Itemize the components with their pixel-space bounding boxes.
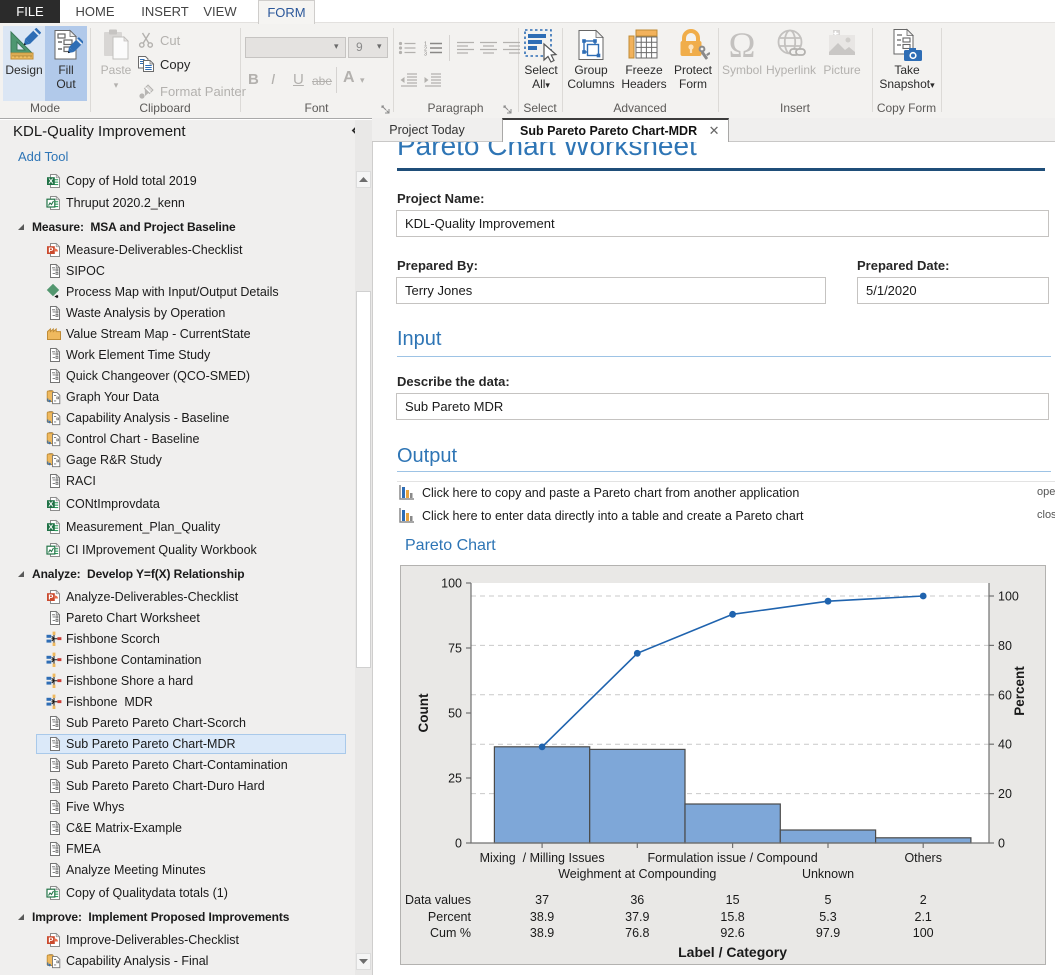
svg-text:38.9: 38.9: [530, 910, 554, 924]
svg-text:Cum %: Cum %: [430, 926, 471, 940]
svg-text:36: 36: [630, 893, 644, 907]
svg-text:3: 3: [424, 52, 427, 57]
svg-text:Others: Others: [904, 851, 942, 865]
svg-text:X: X: [48, 499, 53, 508]
svg-text:Data values: Data values: [405, 893, 471, 907]
svg-text:0: 0: [455, 837, 462, 851]
svg-text:97.9: 97.9: [816, 926, 840, 940]
svg-text:100: 100: [441, 577, 462, 591]
svg-text:0: 0: [998, 837, 1005, 851]
svg-text:2.1: 2.1: [915, 910, 932, 924]
svg-text:40: 40: [998, 738, 1012, 752]
svg-text:Count: Count: [416, 693, 431, 732]
svg-text:92.6: 92.6: [720, 926, 744, 940]
svg-text:80: 80: [998, 639, 1012, 653]
svg-text:100: 100: [998, 590, 1019, 604]
svg-text:75: 75: [448, 642, 462, 656]
svg-text:P: P: [48, 245, 53, 254]
svg-text:37.9: 37.9: [625, 910, 649, 924]
svg-text:15: 15: [726, 893, 740, 907]
svg-text:Percent: Percent: [1012, 666, 1027, 716]
svg-text:25: 25: [448, 772, 462, 786]
svg-text:37: 37: [535, 893, 549, 907]
svg-text:P: P: [48, 592, 53, 601]
svg-text:2: 2: [920, 893, 927, 907]
svg-text:P: P: [48, 935, 53, 944]
svg-text:60: 60: [998, 688, 1012, 702]
svg-text:X: X: [48, 522, 53, 531]
svg-text:50: 50: [448, 707, 462, 721]
svg-text:15.8: 15.8: [720, 910, 744, 924]
svg-text:Unknown: Unknown: [802, 867, 854, 881]
svg-text:Label / Category: Label / Category: [678, 944, 787, 960]
svg-text:Percent: Percent: [428, 910, 472, 924]
svg-text:20: 20: [998, 787, 1012, 801]
svg-text:38.9: 38.9: [530, 926, 554, 940]
svg-text:Mixing / Milling Issues: Mixing / Milling Issues: [480, 851, 605, 865]
svg-text:76.8: 76.8: [625, 926, 649, 940]
svg-text:100: 100: [913, 926, 934, 940]
svg-text:Formulation issue / Compound: Formulation issue / Compound: [647, 851, 817, 865]
svg-text:5.3: 5.3: [819, 910, 836, 924]
svg-text:Weighment at Compounding: Weighment at Compounding: [558, 867, 716, 881]
svg-text:5: 5: [825, 893, 832, 907]
svg-text:X: X: [48, 176, 53, 185]
